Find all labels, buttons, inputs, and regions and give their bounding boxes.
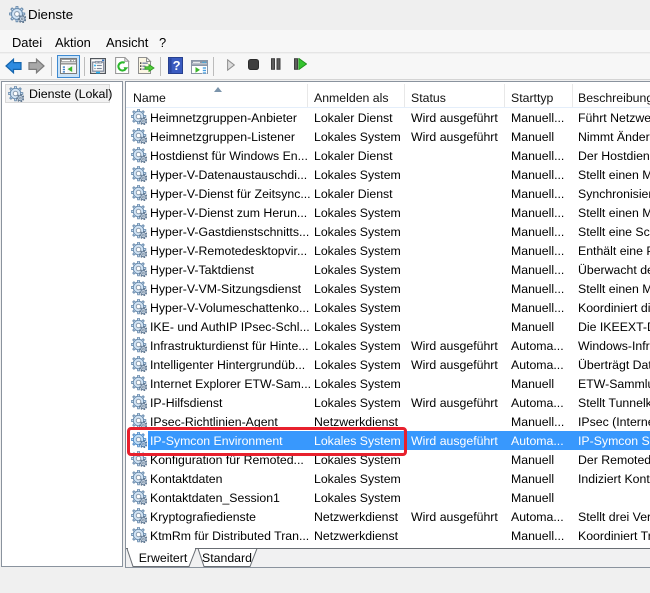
svg-text:Erweitert: Erweitert — [139, 551, 188, 565]
svg-text:Standard: Standard — [202, 551, 252, 565]
svg-text:?: ? — [173, 58, 181, 73]
